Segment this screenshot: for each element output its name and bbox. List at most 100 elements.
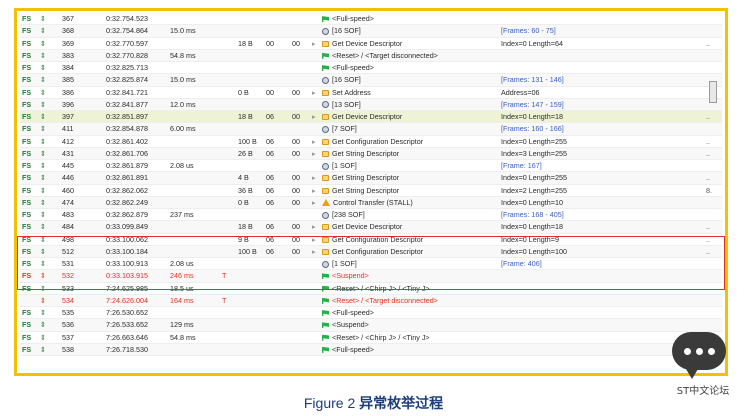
table-row[interactable]: FS ⇕ 396 0:32.841.877 12.0 ms [13 SOF] [Frames… xyxy=(20,98,722,111)
speed-cell: FS xyxy=(22,173,32,183)
record-number: 535 xyxy=(62,308,74,317)
expand-arrow-icon[interactable]: ▸ xyxy=(312,136,322,147)
bubble-dot xyxy=(684,348,691,355)
table-row[interactable]: FS ⇕ 484 0:33.099.849 18 B 06 00 ▸ Get Device De… xyxy=(20,221,722,234)
expand-arrow-icon[interactable]: ▸ xyxy=(312,185,322,196)
endpoint: 00 xyxy=(292,148,300,158)
expand-arrow xyxy=(312,50,322,61)
table-row[interactable]: FS ⇕ 483 0:32.862.879 237 ms [238 SOF] [Frames… xyxy=(20,209,722,222)
table-row[interactable]: FS ⇕ 397 0:32.851.897 18 B 06 00 ▸ Get Device De… xyxy=(20,111,722,124)
summary-info xyxy=(501,344,681,355)
expand-arrow xyxy=(312,283,322,294)
device-address xyxy=(266,25,286,36)
speed-cell: FS xyxy=(22,99,32,109)
expand-arrow-icon[interactable]: ▸ xyxy=(312,111,322,122)
summary-info xyxy=(501,270,681,281)
expand-arrow-icon[interactable]: ▸ xyxy=(312,246,322,257)
data-length: 18 B xyxy=(238,112,253,121)
table-row[interactable]: ⇕ 534 7:24.626.004 164 ms T <Reset> / <Target… xyxy=(20,294,722,307)
expand-arrow xyxy=(312,99,322,110)
expand-arrow-icon[interactable]: ▸ xyxy=(312,172,322,183)
endpoint xyxy=(292,50,310,61)
more-indicator: .. xyxy=(706,222,710,232)
data-length: 36 B xyxy=(238,185,253,195)
speed-arrows-icon: ⇕ xyxy=(40,148,47,158)
speed-cell: FS xyxy=(22,148,32,158)
record-number: 411 xyxy=(62,124,74,134)
flag-icon xyxy=(322,285,329,292)
sof-icon xyxy=(322,27,329,35)
speed-cell: FS xyxy=(22,75,32,85)
expand-arrow xyxy=(312,319,322,330)
trigger-flag xyxy=(222,221,234,232)
table-row[interactable]: FS ⇕ 537 7:26.663.646 54.8 ms <Reset> / <Chir… xyxy=(20,331,722,344)
table-row[interactable]: FS ⇕ 383 0:32.770.828 54.8 ms <Reset> / <Targ… xyxy=(20,49,722,62)
record-number: 397 xyxy=(62,112,74,121)
trigger-flag xyxy=(222,111,234,122)
expand-arrow xyxy=(312,62,322,73)
table-row[interactable]: FS ⇕ 474 0:32.862.249 0 B 06 00 ▸ Control Transf… xyxy=(20,196,722,209)
speed-cell: FS xyxy=(22,197,32,207)
duration: 237 ms xyxy=(170,210,194,219)
expand-arrow-icon[interactable]: ▸ xyxy=(312,148,322,159)
table-row[interactable]: FS ⇕ 411 0:32.854.878 6.00 ms [7 SOF] [Frames:… xyxy=(20,123,722,136)
table-row[interactable]: FS ⇕ 386 0:32.841.721 0 B 00 00 ▸ Set Address Add… xyxy=(20,86,722,99)
expand-arrow-icon[interactable]: ▸ xyxy=(312,221,322,232)
table-row[interactable]: FS ⇕ 367 0:32.754.523 <Full-speed> xyxy=(20,13,722,26)
summary-info xyxy=(501,62,681,73)
record-number: 498 xyxy=(62,234,74,244)
transfer-icon xyxy=(322,40,329,47)
expand-arrow-icon[interactable]: ▸ xyxy=(312,38,322,49)
table-row[interactable]: FS ⇕ 498 0:33.100.062 9 B 06 00 ▸ Get Configurat… xyxy=(20,233,722,246)
table-row[interactable]: FS ⇕ 536 7:26.533.652 129 ms <Suspend> xyxy=(20,319,722,332)
table-row[interactable]: FS ⇕ 384 0:32.825.713 <Full-speed> xyxy=(20,62,722,75)
trigger-flag xyxy=(222,319,234,330)
description-text: Get Device Descriptor xyxy=(332,38,403,48)
description-text: [13 SOF] xyxy=(332,99,361,109)
expand-arrow-icon[interactable]: ▸ xyxy=(312,87,322,98)
record-number: 474 xyxy=(62,197,74,207)
table-row[interactable]: FS ⇕ 460 0:32.862.062 36 B 06 00 ▸ Get String De… xyxy=(20,184,722,197)
endpoint xyxy=(292,62,310,73)
expand-arrow-icon[interactable]: ▸ xyxy=(312,234,322,245)
table-row[interactable]: FS ⇕ 512 0:33.100.184 100 B 06 00 ▸ Get Configur… xyxy=(20,245,722,258)
data-length xyxy=(238,270,260,281)
record-number: 445 xyxy=(62,161,74,170)
table-row[interactable]: FS ⇕ 368 0:32.754.864 15.0 ms [16 SOF] [Frames… xyxy=(20,25,722,38)
table-row[interactable]: FS ⇕ 369 0:32.770.597 18 B 00 00 ▸ Get Device De… xyxy=(20,37,722,50)
description: [1 SOF] xyxy=(322,160,482,171)
table-row[interactable]: FS ⇕ 385 0:32.825.874 15.0 ms [16 SOF] [Frames… xyxy=(20,74,722,87)
data-length xyxy=(238,25,260,36)
description: [7 SOF] xyxy=(322,123,482,134)
scrollbar-thumb[interactable] xyxy=(709,81,717,103)
trigger-flag xyxy=(222,99,234,110)
table-row[interactable]: FS ⇕ 535 7:26.530.652 <Full-speed> xyxy=(20,307,722,320)
table-row[interactable]: FS ⇕ 412 0:32.861.402 100 B 06 00 ▸ Get Configur… xyxy=(20,135,722,148)
expand-arrow-icon[interactable]: ▸ xyxy=(312,197,322,208)
data-length xyxy=(238,258,260,269)
speed-arrows-icon: ⇕ xyxy=(40,38,47,48)
duration xyxy=(170,221,218,232)
device-address: 06 xyxy=(266,234,274,244)
device-address: 06 xyxy=(266,197,274,207)
endpoint xyxy=(292,258,310,269)
device-address: 00 xyxy=(266,87,274,97)
table-row[interactable]: FS ⇕ 531 0:33.100.913 2.08 us [1 SOF] [Frame: … xyxy=(20,258,722,271)
data-length: 18 B xyxy=(238,222,253,232)
table-row[interactable]: FS ⇕ 532 0:33.103.915 246 ms T <Suspend> xyxy=(20,270,722,283)
table-row[interactable]: FS ⇕ 431 0:32.861.706 26 B 06 00 ▸ Get String De… xyxy=(20,147,722,160)
table-row[interactable]: FS ⇕ 538 7:26.718.530 <Full-speed> xyxy=(20,343,722,356)
more-indicator: .. xyxy=(706,234,710,244)
endpoint: 00 xyxy=(292,222,300,232)
endpoint xyxy=(292,332,310,343)
trigger-flag xyxy=(222,246,234,257)
more-indicator xyxy=(706,319,720,330)
description: Get Device Descriptor xyxy=(322,221,482,232)
table-row[interactable]: FS ⇕ 533 7:24.625.985 18.5 us <Reset> / <Chir… xyxy=(20,282,722,295)
table-row[interactable]: FS ⇕ 445 0:32.861.879 2.08 us [1 SOF] [Frame: … xyxy=(20,160,722,173)
table-row[interactable]: FS ⇕ 446 0:32.861.891 4 B 06 00 ▸ Get String Des… xyxy=(20,172,722,185)
description: [1 SOF] xyxy=(322,258,482,269)
description: <Full-speed> xyxy=(322,307,482,318)
more-indicator xyxy=(706,13,720,24)
summary-info: Index=0 Length=255 xyxy=(501,173,567,183)
